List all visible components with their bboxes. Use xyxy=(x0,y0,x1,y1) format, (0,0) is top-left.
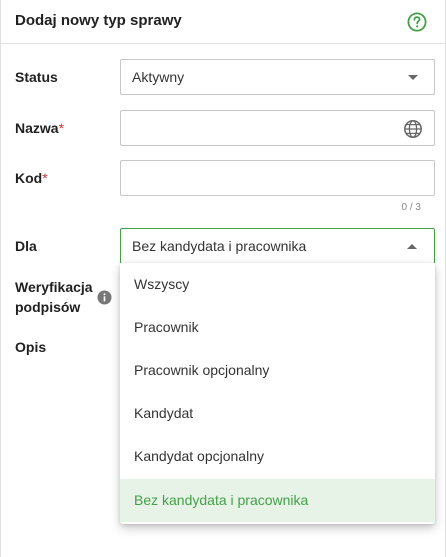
add-case-type-panel: Dodaj nowy typ sprawy Status Aktywny Naz… xyxy=(0,0,446,557)
caret-down-icon xyxy=(408,75,418,80)
caret-up-icon xyxy=(407,244,417,249)
panel-header: Dodaj nowy typ sprawy xyxy=(1,0,445,44)
status-label: Status xyxy=(15,69,58,85)
dropdown-option-pracownik-opcjonalny[interactable]: Pracownik opcjonalny xyxy=(120,349,435,392)
for-select-value: Bez kandydata i pracownika xyxy=(132,238,307,254)
code-label: Kod* xyxy=(15,168,48,188)
required-mark: * xyxy=(42,170,48,186)
dropdown-option-kandydat[interactable]: Kandydat xyxy=(120,392,435,435)
description-label: Opis xyxy=(15,339,47,355)
dropdown-option-wszyscy[interactable]: Wszyscy xyxy=(120,263,435,306)
code-label-text: Kod xyxy=(15,170,43,186)
for-label: Dla xyxy=(15,238,37,254)
name-label-text: Nazwa xyxy=(15,120,59,136)
for-select[interactable]: Bez kandydata i pracownika xyxy=(120,228,435,264)
dropdown-option-pracownik[interactable]: Pracownik xyxy=(120,306,435,349)
required-mark: * xyxy=(58,120,65,136)
name-input[interactable] xyxy=(120,110,435,146)
info-icon[interactable] xyxy=(97,290,112,305)
code-char-counter: 0 / 3 xyxy=(401,202,421,213)
code-input[interactable] xyxy=(120,160,435,196)
status-select-value: Aktywny xyxy=(132,69,185,85)
page-title: Dodaj nowy typ sprawy xyxy=(15,12,182,29)
status-select[interactable]: Aktywny xyxy=(120,59,435,95)
name-label: Nazwa* xyxy=(15,118,64,138)
globe-icon[interactable] xyxy=(403,119,423,139)
dropdown-option-bez-kandydata-i-pracownika[interactable]: Bez kandydata i pracownika xyxy=(120,479,435,522)
dropdown-option-kandydat-opcjonalny[interactable]: Kandydat opcjonalny xyxy=(120,435,435,478)
for-dropdown-menu: Wszyscy Pracownik Pracownik opcjonalny K… xyxy=(120,263,435,524)
signature-verification-label-line2: podpisów xyxy=(15,299,81,315)
question-circle-icon[interactable] xyxy=(407,12,427,32)
signature-verification-label-line1: Weryfikacja xyxy=(15,279,93,295)
